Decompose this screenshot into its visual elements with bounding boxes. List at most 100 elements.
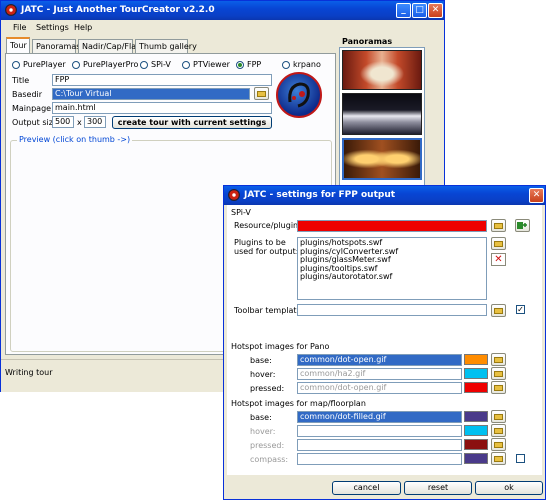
status-text: Writing tour: [5, 368, 53, 377]
tab-tour[interactable]: Tour: [6, 37, 30, 54]
basedir-field[interactable]: C:\Tour Virtual: [52, 88, 250, 100]
dialog-close-button[interactable]: ✕: [529, 188, 544, 203]
label-ptviewer: PTViewer: [193, 60, 230, 69]
map-hover-label: hover:: [250, 427, 276, 436]
panorama-thumb-3[interactable]: [342, 138, 422, 180]
map-base-field[interactable]: common/dot-filled.gif: [297, 411, 462, 423]
label-fpp: FPP: [247, 60, 262, 69]
map-compass-field[interactable]: [297, 453, 462, 465]
toolbar-checkbox[interactable]: ✓: [516, 305, 525, 314]
minimize-button[interactable]: _: [396, 3, 411, 18]
map-hover-color[interactable]: [464, 425, 488, 436]
maximize-button[interactable]: □: [412, 3, 427, 18]
pano-pressed-folder-icon[interactable]: [491, 381, 506, 394]
label-spiv: SPi-V: [151, 60, 171, 69]
map-pressed-folder-icon[interactable]: [491, 438, 506, 451]
menu-help[interactable]: Help: [74, 23, 92, 32]
mainpage-field[interactable]: main.html: [52, 102, 272, 114]
map-base-folder-icon[interactable]: [491, 410, 506, 423]
pano-pressed-label: pressed:: [250, 384, 285, 393]
create-tour-button[interactable]: create tour with current settings: [112, 116, 272, 129]
pano-base-field[interactable]: common/dot-open.gif: [297, 354, 462, 366]
dialog-title: JATC - settings for FPP output: [244, 190, 396, 200]
panorama-list[interactable]: [339, 47, 425, 187]
spiv-group-label: SPi-V: [231, 208, 251, 217]
plugins-label-line2: used for output:: [234, 247, 299, 256]
map-hover-folder-icon[interactable]: [491, 424, 506, 437]
pano-hover-label: hover:: [250, 370, 276, 379]
tab-panoramas[interactable]: Panoramas: [32, 39, 80, 53]
resource-label: Resource/plugin:: [234, 221, 301, 230]
mainpage-label: Mainpage: [12, 104, 52, 113]
hotspot-pano-header: Hotspot images for Pano: [231, 342, 330, 351]
pano-hover-field[interactable]: common/ha2.gif: [297, 368, 462, 380]
map-base-color[interactable]: [464, 411, 488, 422]
plugin-item[interactable]: plugins/autorotator.swf: [300, 272, 484, 282]
output-height-field[interactable]: 300: [84, 116, 106, 128]
toolbar-template-label: Toolbar template:: [234, 306, 305, 315]
pano-pressed-field[interactable]: common/dot-open.gif: [297, 382, 462, 394]
pano-base-label: base:: [250, 356, 272, 365]
output-size-label: Output size: [12, 118, 58, 127]
main-window-title: JATC - Just Another TourCreator v2.2.0: [21, 5, 215, 15]
pano-hover-color[interactable]: [464, 368, 488, 379]
jatc-logo: [276, 72, 322, 118]
toolbar-folder-icon[interactable]: [491, 304, 506, 317]
plugins-label-line1: Plugins to be: [234, 238, 286, 247]
plugins-folder-icon[interactable]: [491, 237, 506, 250]
remove-plugin-icon[interactable]: ✕: [491, 253, 506, 266]
tab-thumb-gallery[interactable]: Thumb gallery: [135, 39, 197, 53]
label-pureplayer: PurePlayer: [23, 60, 66, 69]
output-width-field[interactable]: 500: [52, 116, 74, 128]
settings-dialog: JATC - settings for FPP output ✕ SPi-V R…: [223, 185, 546, 500]
radio-spiv[interactable]: [140, 61, 148, 69]
panoramas-header: Panoramas: [342, 37, 393, 46]
hotspot-map-header: Hotspot images for map/floorplan: [231, 399, 366, 408]
pano-pressed-color[interactable]: [464, 382, 488, 393]
reset-button[interactable]: reset: [404, 481, 472, 495]
add-plugin-icon[interactable]: [515, 219, 530, 232]
label-krpano: krpano: [293, 60, 321, 69]
toolbar-template-field[interactable]: [297, 304, 487, 316]
map-hover-field[interactable]: [297, 425, 462, 437]
title-label: Title: [12, 76, 30, 85]
resource-color-field[interactable]: [297, 220, 487, 232]
basedir-label: Basedir: [12, 90, 43, 99]
pano-base-folder-icon[interactable]: [491, 353, 506, 366]
dialog-button-bar: cancel reset ok: [224, 477, 545, 499]
label-pureplayerpro: PurePlayerPro: [83, 60, 139, 69]
plugins-list[interactable]: plugins/hotspots.swf plugins/cylConverte…: [297, 237, 487, 300]
title-field[interactable]: FPP: [52, 74, 272, 86]
map-pressed-color[interactable]: [464, 439, 488, 450]
radio-pureplayer[interactable]: [12, 61, 20, 69]
map-compass-color[interactable]: [464, 453, 488, 464]
dialog-titlebar[interactable]: JATC - settings for FPP output ✕: [224, 186, 545, 205]
panorama-thumb-2[interactable]: [342, 93, 422, 135]
map-compass-label: compass:: [250, 455, 289, 464]
map-pressed-field[interactable]: [297, 439, 462, 451]
main-titlebar[interactable]: JATC - Just Another TourCreator v2.2.0 _…: [1, 1, 444, 20]
pano-hover-folder-icon[interactable]: [491, 367, 506, 380]
radio-ptviewer[interactable]: [182, 61, 190, 69]
radio-fpp[interactable]: [236, 61, 244, 69]
resource-folder-icon[interactable]: [491, 219, 506, 232]
compass-checkbox[interactable]: [516, 454, 525, 463]
map-base-label: base:: [250, 413, 272, 422]
panorama-thumb-1[interactable]: [342, 50, 422, 90]
pano-base-color[interactable]: [464, 354, 488, 365]
close-button[interactable]: ✕: [428, 3, 443, 18]
tab-strip: Tour Panoramas Nadir/Cap/Flat Thumb gall…: [6, 37, 336, 54]
cancel-button[interactable]: cancel: [332, 481, 401, 495]
radio-krpano[interactable]: [282, 61, 290, 69]
browse-basedir-folder-icon[interactable]: [254, 87, 269, 100]
dialog-app-icon: [228, 189, 240, 201]
menubar: File Settings Help: [1, 20, 444, 35]
menu-settings[interactable]: Settings: [36, 23, 69, 32]
dialog-body: SPi-V Resource/plugin: Plugins to be use…: [227, 205, 542, 475]
menu-file[interactable]: File: [13, 23, 26, 32]
radio-pureplayerpro[interactable]: [72, 61, 80, 69]
ok-button[interactable]: ok: [475, 481, 543, 495]
map-compass-folder-icon[interactable]: [491, 452, 506, 465]
output-x-label: x: [77, 118, 82, 127]
tab-nadir-cap-flat[interactable]: Nadir/Cap/Flat: [78, 39, 139, 53]
